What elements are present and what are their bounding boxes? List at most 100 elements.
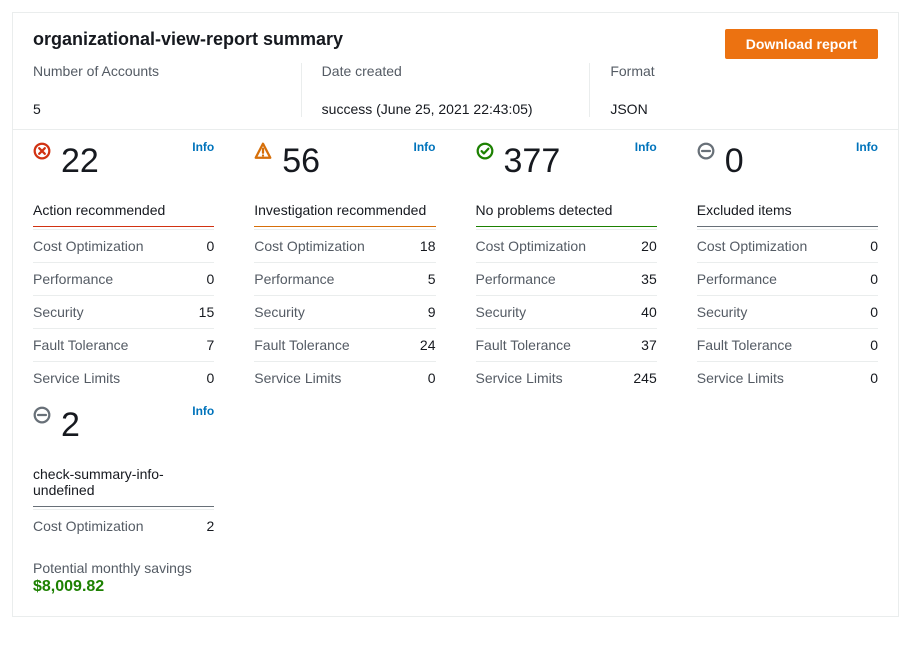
stat-row-value: 7	[206, 337, 214, 353]
warning-icon	[254, 142, 272, 160]
stat-number: 0	[725, 144, 744, 178]
stat-title: Excluded items	[697, 192, 878, 226]
stat-row-value: 0	[206, 238, 214, 254]
stat-row-label: Service Limits	[254, 370, 341, 386]
stat-row: Performance0	[33, 262, 214, 295]
stat-row-label: Performance	[697, 271, 777, 287]
stat-row: Fault Tolerance 0	[697, 328, 878, 361]
stat-row-value: 2	[206, 518, 214, 534]
stat-head: 2 Info	[33, 404, 214, 456]
info-link[interactable]: Info	[192, 140, 214, 154]
stat-row: Security 0	[697, 295, 878, 328]
stat-head: 0 Info	[697, 140, 878, 192]
stat-row-value: 37	[641, 337, 657, 353]
stat-title: Investigation recommended	[254, 192, 435, 226]
meta-value: JSON	[610, 101, 858, 117]
stat-row-label: Fault Tolerance	[254, 337, 349, 353]
meta-label: Number of Accounts	[33, 63, 281, 79]
stat-head: 56 Info	[254, 140, 435, 192]
info-link[interactable]: Info	[856, 140, 878, 154]
stat-row-value: 0	[870, 238, 878, 254]
error-icon	[33, 142, 51, 160]
stat-number: 56	[282, 144, 320, 178]
stat-row-value: 245	[633, 370, 656, 386]
stat-row-value: 20	[641, 238, 657, 254]
stat-row-value: 5	[428, 271, 436, 287]
stat-head: 377 Info	[476, 140, 657, 192]
stat-row: Performance0	[697, 262, 878, 295]
stat-row: Fault Tolerance37	[476, 328, 657, 361]
stat-rows: Cost Optimization0Performance0Security15…	[33, 229, 214, 394]
stat-row-value: 0	[428, 370, 436, 386]
stat-row-label: Service Limits	[697, 370, 784, 386]
stat-row: Service Limits 0	[697, 361, 878, 394]
stat-title: check-summary-info-undefined	[33, 456, 214, 506]
stat-row-label: Fault Tolerance	[697, 337, 792, 353]
stat-row-value: 0	[870, 337, 878, 353]
info-link[interactable]: Info	[192, 404, 214, 418]
stat-row: Security 40	[476, 295, 657, 328]
download-report-button[interactable]: Download report	[725, 29, 878, 59]
stat-row-label: Service Limits	[476, 370, 563, 386]
stat-row: Service Limits 0	[254, 361, 435, 394]
stat-row: Service Limits 245	[476, 361, 657, 394]
stat-row-value: 0	[206, 370, 214, 386]
stat-rows: Cost Optimization18Performance5Security9…	[254, 229, 435, 394]
stat-row: Cost Optimization 20	[476, 229, 657, 262]
stat-row-value: 0	[870, 370, 878, 386]
stat-row-value: 35	[641, 271, 657, 287]
stat-rows: Cost Optimization2	[33, 509, 214, 542]
stats-grid: 22InfoAction recommendedCost Optimizatio…	[13, 130, 898, 552]
meta-value: success (June 25, 2021 22:43:05)	[322, 101, 570, 117]
stat-row-value: 15	[199, 304, 215, 320]
stat-card-action-recommended: 22InfoAction recommendedCost Optimizatio…	[13, 140, 234, 404]
stat-row-value: 18	[420, 238, 436, 254]
stat-row-label: Performance	[254, 271, 334, 287]
stat-row-label: Cost Optimization	[33, 238, 143, 254]
stat-row-label: Security	[476, 304, 527, 320]
stat-title: Action recommended	[33, 192, 214, 226]
stat-row: Fault Tolerance 7	[33, 328, 214, 361]
stat-card-investigation-recommended: 56InfoInvestigation recommendedCost Opti…	[234, 140, 455, 404]
stat-row-value: 0	[870, 304, 878, 320]
stat-underline	[33, 506, 214, 507]
stat-row-label: Cost Optimization	[476, 238, 586, 254]
savings-section: Potential monthly savings $8,009.82	[13, 552, 898, 616]
meta-value: 5	[33, 101, 281, 117]
stat-row: Cost Optimization2	[33, 509, 214, 542]
info-link[interactable]: Info	[635, 140, 657, 154]
stat-row-label: Fault Tolerance	[33, 337, 128, 353]
stat-number: 2	[61, 408, 80, 442]
meta-label: Format	[610, 63, 858, 79]
stat-row-value: 0	[206, 271, 214, 287]
stat-row-label: Cost Optimization	[254, 238, 364, 254]
savings-label: Potential monthly savings	[33, 560, 878, 576]
stat-row-label: Security	[33, 304, 84, 320]
stat-rows: Cost Optimization 20 Performance 35 Security…	[476, 229, 657, 394]
meta-column: Date createdsuccess (June 25, 2021 22:43…	[301, 63, 590, 117]
stat-row-label: Cost Optimization	[697, 238, 807, 254]
savings-value: $8,009.82	[33, 578, 878, 596]
stat-row: Cost Optimization 0	[33, 229, 214, 262]
stat-row-label: Security	[254, 304, 305, 320]
stat-underline	[476, 226, 657, 227]
stat-card-no-problems: 377InfoNo problems detectedCost Optimiza…	[456, 140, 677, 404]
stat-row: Cost Optimization 18	[254, 229, 435, 262]
stat-rows: Cost Optimization0Performance0Security0F…	[697, 229, 878, 394]
stat-underline	[697, 226, 878, 227]
meta-row: Number of Accounts 5 Date createdsuccess (…	[13, 63, 898, 129]
stat-number: 377	[504, 144, 561, 178]
stat-row-label: Performance	[476, 271, 556, 287]
excluded-icon	[33, 406, 51, 424]
stat-row-value: 40	[641, 304, 657, 320]
stat-row-label: Security	[697, 304, 748, 320]
stat-card-excluded-items: 0 Info Excluded items Cost Optimization 0 Per…	[677, 140, 898, 404]
stat-row: Fault Tolerance 24	[254, 328, 435, 361]
stat-row-label: Service Limits	[33, 370, 120, 386]
stat-row: Performance 5	[254, 262, 435, 295]
stat-row-value: 24	[420, 337, 436, 353]
stat-head: 22Info	[33, 140, 214, 192]
stat-underline	[33, 226, 214, 227]
info-link[interactable]: Info	[414, 140, 436, 154]
stat-underline	[254, 226, 435, 227]
